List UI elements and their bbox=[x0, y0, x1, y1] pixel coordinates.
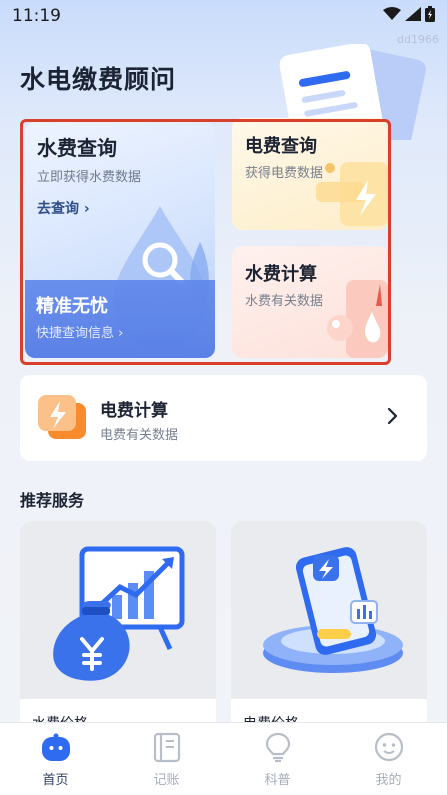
status-bar: 11:19 bbox=[0, 0, 447, 30]
phone-lightning-icon bbox=[263, 547, 403, 673]
profile-face-icon bbox=[374, 732, 404, 762]
lightbulb-icon bbox=[265, 732, 291, 763]
money-bag-chart-icon bbox=[53, 546, 185, 681]
tab-science[interactable]: 科普 bbox=[222, 723, 333, 795]
lightning-icon bbox=[38, 395, 86, 439]
elec-calc-row[interactable]: 电费计算 电费有关数据 bbox=[20, 375, 427, 461]
service-card-water-price[interactable]: 水费价格 bbox=[20, 521, 216, 731]
status-icons bbox=[383, 6, 435, 22]
tab-label: 科普 bbox=[264, 773, 291, 788]
section-title: 推荐服务 bbox=[20, 491, 85, 510]
battery-icon bbox=[425, 6, 435, 22]
signal-icon bbox=[405, 7, 421, 21]
tab-home[interactable]: 首页 bbox=[0, 723, 111, 795]
highlight-frame bbox=[20, 119, 391, 365]
tab-label: 记账 bbox=[153, 773, 180, 788]
home-robot-icon bbox=[42, 733, 70, 761]
chevron-right-icon bbox=[387, 407, 398, 425]
tab-ledger[interactable]: 记账 bbox=[111, 723, 222, 795]
elec-calc-title: 电费计算 bbox=[100, 401, 168, 421]
tab-label: 我的 bbox=[375, 773, 402, 788]
notebook-icon bbox=[153, 732, 181, 763]
wifi-icon bbox=[383, 7, 401, 20]
bottom-tab-bar: 首页 记账 科普 我的 bbox=[0, 722, 447, 795]
service-card-elec-price[interactable]: 电费价格 bbox=[231, 521, 427, 731]
tab-label: 首页 bbox=[42, 773, 69, 788]
tab-profile[interactable]: 我的 bbox=[333, 723, 444, 795]
status-time: 11:19 bbox=[12, 6, 61, 26]
page-title: 水电缴费顾问 bbox=[20, 65, 177, 94]
elec-calc-subtitle: 电费有关数据 bbox=[100, 428, 179, 443]
